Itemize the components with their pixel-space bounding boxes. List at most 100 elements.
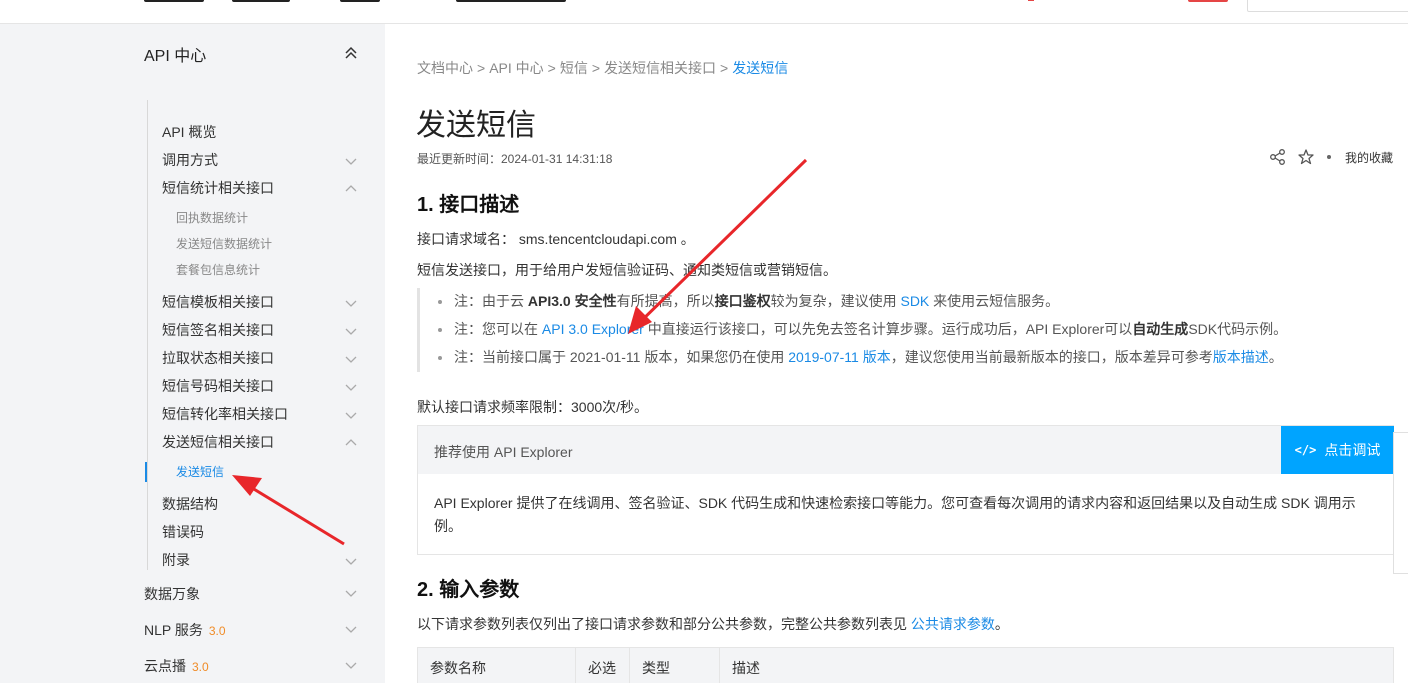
- nav-item-stub[interactable]: [340, 0, 380, 2]
- note-bold: 接口鉴权: [714, 293, 771, 309]
- note-bold: API3.0 安全性: [527, 293, 617, 309]
- sidebar-subitem[interactable]: 回执数据统计: [176, 209, 248, 226]
- main-content: 文档中心 > API 中心 > 短信 > 发送短信相关接口 > 发送短信 发送短信 最近更新时间…: [385, 24, 1408, 683]
- version-badge: 3.0: [192, 660, 209, 674]
- note-text: 中直接运行该接口，可以先免去签名计算步骤。运行成功后，API Explorer可…: [643, 321, 1133, 337]
- old-version-link[interactable]: 2019-07-11 版本: [788, 349, 890, 365]
- breadcrumb-link[interactable]: 文档中心: [417, 60, 473, 76]
- sidebar-tree-line: [147, 100, 148, 570]
- breadcrumb-link[interactable]: 短信: [560, 60, 588, 76]
- sidebar-item-vod[interactable]: 云点播 3.0: [144, 656, 209, 676]
- sidebar-item-send-sms-group[interactable]: 发送短信相关接口: [162, 432, 274, 452]
- nav-item-stub[interactable]: [456, 0, 566, 2]
- column-header: 类型: [630, 648, 720, 683]
- sidebar-item-api-overview[interactable]: API 概览: [162, 122, 216, 142]
- nav-red-button[interactable]: [1188, 0, 1228, 2]
- star-icon[interactable]: [1297, 148, 1315, 166]
- params-desc-end: 。: [994, 616, 1009, 632]
- chevron-down-icon[interactable]: [344, 380, 358, 394]
- sidebar-item-stats[interactable]: 短信统计相关接口: [162, 178, 274, 198]
- note-item: 注：您可以在 API 3.0 Explorer 中直接运行该接口，可以先免去签名…: [438, 316, 1297, 344]
- chevron-up-icon[interactable]: [344, 46, 358, 60]
- note-bold: 自动生成: [1132, 321, 1189, 337]
- explorer-description: API Explorer 提供了在线调用、签名验证、SDK 代码生成和快速检索接…: [434, 495, 1356, 534]
- column-header: 描述: [732, 660, 760, 676]
- sidebar-item-data-structure[interactable]: 数据结构: [162, 494, 218, 514]
- note-item: 注：当前接口属于 2021-01-11 版本，如果您仍在使用 2019-07-1…: [438, 344, 1297, 372]
- nav-item-stub[interactable]: [144, 0, 204, 2]
- breadcrumb-separator: >: [477, 60, 486, 76]
- version-badge: 3.0: [208, 624, 226, 638]
- sidebar-item-phone-number[interactable]: 短信号码相关接口: [162, 376, 274, 396]
- rate-limit: 默认接口请求频率限制：3000次/秒。: [417, 399, 649, 415]
- nav-red-mark: [1028, 0, 1034, 1]
- breadcrumb-link[interactable]: 发送短信相关接口: [604, 60, 716, 76]
- note-text: 较为复杂，建议使用: [770, 293, 901, 309]
- last-updated: 最近更新时间：2024-01-31 14:31:18: [417, 152, 613, 166]
- chevron-down-icon[interactable]: [344, 408, 358, 422]
- sidebar-subitem[interactable]: 套餐包信息统计: [176, 261, 260, 278]
- my-favorites-link[interactable]: 我的收藏: [1345, 149, 1393, 166]
- domain-prefix: 接口请求域名：: [417, 231, 515, 247]
- debug-button[interactable]: </> 点击调试: [1281, 426, 1394, 474]
- sidebar-item-conversion[interactable]: 短信转化率相关接口: [162, 404, 288, 424]
- sidebar-item-template[interactable]: 短信模板相关接口: [162, 292, 274, 312]
- chevron-down-icon[interactable]: [344, 554, 358, 568]
- sidebar-item-pull-status[interactable]: 拉取状态相关接口: [162, 348, 274, 368]
- breadcrumb-link[interactable]: API 中心: [489, 60, 543, 76]
- sidebar-subitem[interactable]: 发送短信数据统计: [176, 235, 272, 252]
- common-params-link[interactable]: 公共请求参数: [911, 616, 995, 632]
- floating-side-handle[interactable]: [1393, 432, 1408, 574]
- chevron-down-icon[interactable]: [344, 352, 358, 366]
- params-table-header: 参数名称 必选 类型 描述: [417, 647, 1394, 683]
- chevron-down-icon[interactable]: [344, 324, 358, 338]
- share-icon[interactable]: [1269, 148, 1287, 166]
- note-text: 有所提高，所以: [616, 293, 715, 309]
- notes-block: 注：由于云 API3.0 安全性有所提高，所以接口鉴权较为复杂，建议使用 SDK…: [417, 288, 1297, 372]
- chevron-down-icon[interactable]: [344, 658, 358, 672]
- sidebar-item-appendix[interactable]: 附录: [162, 550, 190, 570]
- sidebar-item-label: NLP 服务: [144, 622, 203, 638]
- note-item: 注：由于云 API3.0 安全性有所提高，所以接口鉴权较为复杂，建议使用 SDK…: [438, 288, 1297, 316]
- chevron-up-icon[interactable]: [344, 436, 358, 450]
- sidebar-item-error-codes[interactable]: 错误码: [162, 522, 204, 542]
- note-text: ，建议您使用当前最新版本的接口，版本差异可参考: [890, 349, 1213, 365]
- top-nav-bar: [0, 0, 1408, 24]
- chevron-down-icon[interactable]: [344, 622, 358, 636]
- note-text: 注：当前接口属于 2021-01-11 版本，如果您仍在使用: [454, 349, 789, 365]
- chevron-up-icon[interactable]: [344, 182, 358, 196]
- chevron-down-icon[interactable]: [344, 296, 358, 310]
- top-search-input[interactable]: [1247, 0, 1408, 12]
- chevron-down-icon[interactable]: [344, 154, 358, 168]
- note-text: 注：由于云: [454, 293, 528, 309]
- sidebar-item-call-method[interactable]: 调用方式: [162, 150, 218, 170]
- note-text: 注：您可以在: [454, 321, 542, 337]
- sidebar-item-data-wanxiang[interactable]: 数据万象: [144, 584, 200, 604]
- sidebar-item-signature[interactable]: 短信签名相关接口: [162, 320, 274, 340]
- breadcrumb-separator: >: [720, 60, 729, 76]
- breadcrumb: 文档中心 > API 中心 > 短信 > 发送短信相关接口 > 发送短信: [417, 58, 788, 78]
- sidebar: API 中心 API 概览 调用方式 短信统计相关接口 回执数据统计 发送短信数…: [0, 24, 385, 683]
- version-desc-link[interactable]: 版本描述: [1213, 349, 1269, 365]
- column-header: 必选: [576, 648, 630, 683]
- sidebar-header[interactable]: API 中心: [144, 42, 206, 66]
- page-title: 发送短信: [416, 109, 536, 142]
- note-text: SDK代码示例。: [1188, 321, 1288, 337]
- breadcrumb-separator: >: [591, 60, 601, 76]
- active-indicator: [145, 462, 147, 482]
- chevron-down-icon[interactable]: [344, 586, 358, 600]
- sidebar-subitem-send-sms-active[interactable]: 发送短信: [176, 463, 224, 480]
- request-domain: 接口请求域名： sms.tencentcloudapi.com 。: [417, 229, 695, 249]
- sidebar-item-nlp[interactable]: NLP 服务 3.0: [144, 620, 226, 640]
- api-explorer-panel: 推荐使用 API Explorer </> 点击调试 API Explorer …: [417, 425, 1394, 555]
- doc-toolbar: 我的收藏: [1269, 148, 1393, 166]
- params-description: 以下请求参数列表仅列出了接口请求参数和部分公共参数，完整公共参数列表见 公共请求…: [417, 614, 1009, 634]
- explorer-label: 推荐使用 API Explorer: [434, 444, 573, 460]
- breadcrumb-current: 发送短信: [732, 60, 789, 76]
- api-explorer-link[interactable]: API 3.0 Explorer: [542, 321, 644, 337]
- sdk-link[interactable]: SDK: [900, 293, 929, 309]
- debug-button-label: 点击调试: [1324, 442, 1381, 458]
- nav-item-stub[interactable]: [232, 0, 290, 2]
- sidebar-item-label: 数据万象: [144, 586, 200, 602]
- domain-suffix: 。: [680, 231, 695, 247]
